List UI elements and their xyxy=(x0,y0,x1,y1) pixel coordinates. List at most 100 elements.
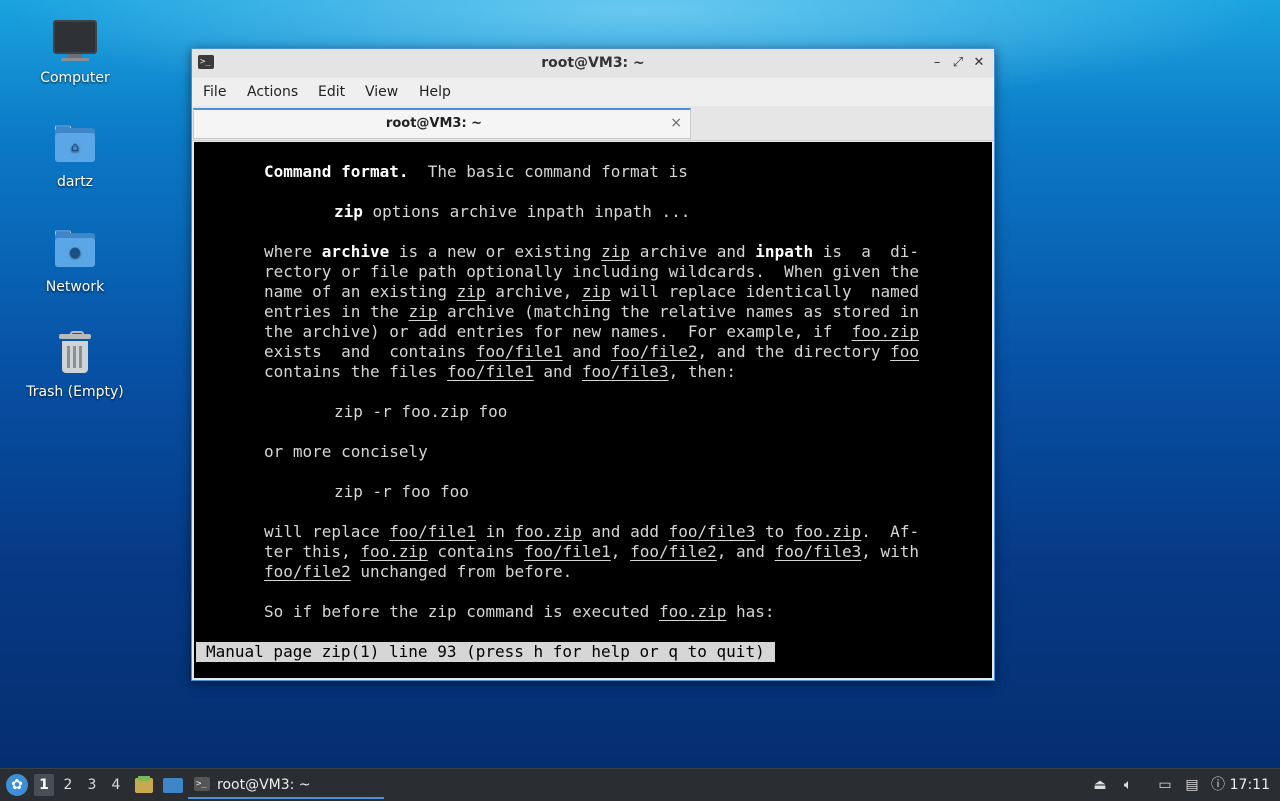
underlined-term: zip xyxy=(601,242,631,261)
workspace-1[interactable]: 1 xyxy=(34,774,54,796)
file-manager-launcher-icon[interactable] xyxy=(134,776,154,794)
workspace-3[interactable]: 3 xyxy=(82,774,102,796)
text-run: So if before the zip command is executed xyxy=(264,602,659,621)
text-run: name of an existing xyxy=(264,282,457,301)
underlined-term: foo/file1 xyxy=(524,542,611,561)
text-run: , and the directory xyxy=(697,342,891,361)
terminal-line: name of an existing zip archive, zip wil… xyxy=(264,282,919,302)
text-run: will replace identically named xyxy=(610,282,920,301)
minimize-button[interactable]: – xyxy=(928,54,946,72)
text-run: exists and contains xyxy=(264,342,476,361)
window-title: root@VM3: ~ xyxy=(541,55,645,71)
text-run: archive and xyxy=(630,242,756,261)
text-run: unchanged from before. xyxy=(350,562,573,581)
menu-bar: File Actions Edit View Help xyxy=(192,78,994,106)
underlined-term: foo/file2 xyxy=(630,542,717,561)
underlined-term: foo.zip xyxy=(793,522,862,541)
close-button[interactable]: ✕ xyxy=(970,54,988,72)
desktop-icon-computer[interactable]: Computer xyxy=(20,16,130,86)
tab-label: root@VM3: ~ xyxy=(385,116,483,131)
text-run: will replace xyxy=(264,522,390,541)
desktop-icon-network[interactable]: ● Network xyxy=(20,225,130,295)
network-folder-icon: ● xyxy=(51,225,99,273)
text-run: or more concisely xyxy=(264,442,428,461)
underlined-term: foo.zip xyxy=(514,522,582,541)
terminal-output[interactable]: Command format. The basic command format… xyxy=(194,142,992,678)
text-run: , with xyxy=(861,542,920,561)
bold-term: inpath xyxy=(755,242,814,261)
underlined-term: foo/file1 xyxy=(389,522,476,541)
underlined-term: foo/file2 xyxy=(264,562,351,581)
bold-term: archive xyxy=(321,242,390,261)
text-run: contains xyxy=(427,542,525,561)
terminal-window: >_ root@VM3: ~ – ⤢ ✕ File Actions Edit V… xyxy=(191,48,995,681)
terminal-line: So if before the zip command is executed… xyxy=(264,602,775,622)
underlined-term: foo.zip xyxy=(658,602,727,621)
desktop-icon-trash[interactable]: Trash (Empty) xyxy=(20,330,130,400)
menu-edit[interactable]: Edit xyxy=(318,78,345,106)
desktop-icon-home-folder[interactable]: ⌂ dartz xyxy=(20,120,130,190)
terminal-line: ter this, foo.zip contains foo/file1, fo… xyxy=(264,542,919,562)
volume-icon[interactable]: 🔈︎ xyxy=(1118,775,1138,795)
text-run: zip -r foo.zip foo xyxy=(334,402,508,421)
network-status-icon[interactable]: ▭ xyxy=(1155,775,1175,795)
workspace-2[interactable]: 2 xyxy=(58,774,78,796)
trash-icon xyxy=(51,330,99,378)
clipboard-icon[interactable]: ▤ xyxy=(1182,775,1202,795)
text-run: archive, xyxy=(485,282,582,301)
text-run: to xyxy=(755,522,794,541)
pager-status-line: Manual page zip(1) line 93 (press h for … xyxy=(196,642,775,662)
underlined-term: foo/file3 xyxy=(581,362,669,381)
text-run: in xyxy=(475,522,515,541)
taskbar: ✿ 1 2 3 4 >_ root@VM3: ~ ⏏ 🔈︎ ▭ ▤ ⓘ 17:1… xyxy=(0,768,1280,801)
underlined-term: foo/file3 xyxy=(668,522,756,541)
underlined-term: zip xyxy=(408,302,438,321)
terminal-line: zip -r foo foo xyxy=(334,482,469,502)
computer-icon xyxy=(51,16,99,64)
terminal-app-icon: >_ xyxy=(194,777,210,791)
text-run: is a di- xyxy=(813,242,920,261)
terminal-tab[interactable]: root@VM3: ~ × xyxy=(193,108,691,139)
terminal-line: zip options archive inpath inpath ... xyxy=(334,202,690,222)
text-run: archive (matching the relative names as … xyxy=(437,302,920,321)
taskbar-item-terminal[interactable]: >_ root@VM3: ~ xyxy=(188,771,384,799)
underlined-term: foo.zip xyxy=(851,322,920,341)
show-desktop-icon[interactable] xyxy=(162,776,183,794)
text-run: where xyxy=(264,242,322,261)
menu-view[interactable]: View xyxy=(365,78,398,106)
clock[interactable]: 17:11 xyxy=(1230,769,1270,801)
desktop-icon-label: Computer xyxy=(40,70,110,86)
terminal-line: exists and contains foo/file1 and foo/fi… xyxy=(264,342,919,362)
start-menu-icon[interactable]: ✿ xyxy=(6,774,28,796)
menu-actions[interactable]: Actions xyxy=(247,78,298,106)
bold-term: Command format. xyxy=(264,162,409,181)
terminal-line: entries in the zip archive (matching the… xyxy=(264,302,919,322)
workspace-4[interactable]: 4 xyxy=(106,774,126,796)
text-run: , then: xyxy=(668,362,737,381)
underlined-term: foo/file2 xyxy=(610,342,698,361)
underlined-term: foo/file1 xyxy=(447,362,534,381)
update-notifier-icon[interactable]: ⓘ xyxy=(1208,775,1228,795)
desktop-icon-label: dartz xyxy=(56,174,94,190)
desktop-icon-label: Network xyxy=(45,279,105,295)
eject-icon[interactable]: ⏏ xyxy=(1090,775,1110,795)
terminal-line: rectory or file path optionally includin… xyxy=(264,262,919,282)
menu-help[interactable]: Help xyxy=(419,78,451,106)
underlined-term: foo/file3 xyxy=(774,542,862,561)
underlined-term: foo.zip xyxy=(360,542,428,561)
text-run: options archive inpath inpath ... xyxy=(362,202,691,221)
text-run: The basic command format is xyxy=(408,162,688,181)
terminal-line: where archive is a new or existing zip a… xyxy=(264,242,919,262)
tab-close-icon[interactable]: × xyxy=(670,110,682,136)
text-run: has: xyxy=(726,602,775,621)
maximize-button[interactable]: ⤢ xyxy=(949,54,967,72)
window-titlebar[interactable]: >_ root@VM3: ~ – ⤢ ✕ xyxy=(192,49,994,77)
text-run: contains the files xyxy=(264,362,448,381)
text-run: . Af- xyxy=(861,522,920,541)
terminal-line: contains the files foo/file1 and foo/fil… xyxy=(264,362,736,382)
terminal-line: or more concisely xyxy=(264,442,428,462)
text-run: and add xyxy=(581,522,669,541)
menu-file[interactable]: File xyxy=(203,78,226,106)
desktop-icon-label: Trash (Empty) xyxy=(26,384,124,400)
terminal-line: foo/file2 unchanged from before. xyxy=(264,562,572,582)
